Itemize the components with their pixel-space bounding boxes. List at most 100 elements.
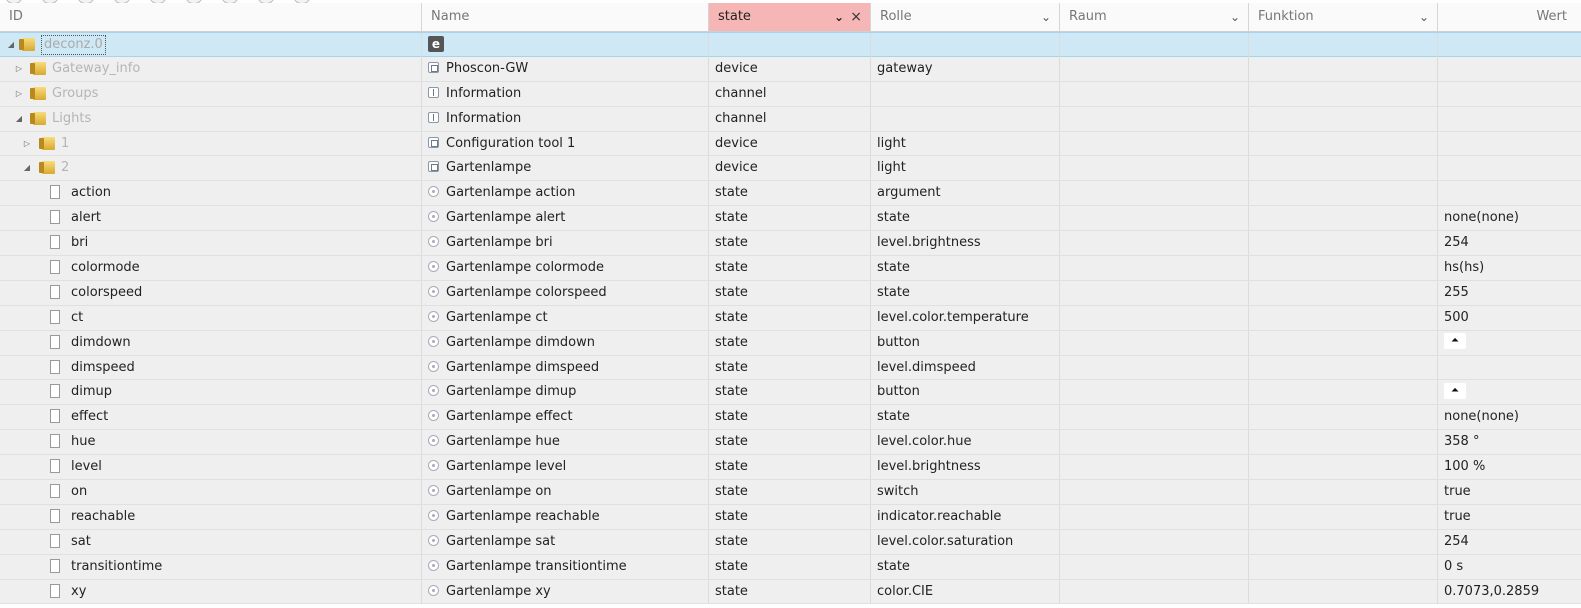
id-cell[interactable]: ▷ 1 xyxy=(0,131,422,156)
chevron-down-icon[interactable]: ⌄ xyxy=(1041,3,1051,31)
function-cell[interactable] xyxy=(1249,156,1438,181)
id-cell[interactable]: ▷ Groups xyxy=(0,81,422,106)
type-filter-select[interactable]: state ⌄ × xyxy=(709,3,871,31)
id-cell[interactable]: xy xyxy=(0,579,422,604)
function-cell[interactable] xyxy=(1249,380,1438,405)
function-cell[interactable] xyxy=(1249,330,1438,355)
room-cell[interactable] xyxy=(1060,156,1249,181)
table-row[interactable]: level Gartenlampe level state level.brightn… xyxy=(0,455,1581,481)
value-cell[interactable] xyxy=(1438,57,1581,81)
table-row[interactable]: xy Gartenlampe xy state color.CIE 0.7073,0.2… xyxy=(0,579,1581,605)
table-row[interactable]: ct Gartenlampe ct state level.color.tempera… xyxy=(0,305,1581,331)
function-cell[interactable] xyxy=(1249,480,1438,505)
table-row[interactable]: dimdown Gartenlampe dimdown state button ⏶ xyxy=(0,330,1581,356)
expand-toggle-icon[interactable]: ▷ xyxy=(14,57,24,81)
value-cell[interactable]: ⏶ xyxy=(1438,380,1581,404)
function-cell[interactable] xyxy=(1249,231,1438,256)
value-cell[interactable]: true xyxy=(1438,505,1581,529)
collapse-toggle-icon[interactable]: ◢ xyxy=(6,33,16,57)
expand-toggle-icon[interactable]: ▷ xyxy=(22,132,32,156)
value-cell[interactable] xyxy=(1438,181,1581,205)
id-cell[interactable]: ◢ deconz.0 xyxy=(0,33,422,57)
table-row[interactable]: ◢ deconz.0 e xyxy=(0,32,1581,57)
table-row[interactable]: ◢ 2 Gartenlampe device light xyxy=(0,156,1581,182)
value-cell[interactable] xyxy=(1438,82,1581,106)
room-cell[interactable] xyxy=(1060,56,1249,81)
value-cell[interactable] xyxy=(1438,356,1581,380)
function-cell[interactable] xyxy=(1249,81,1438,106)
clear-filter-icon[interactable]: × xyxy=(850,3,862,31)
function-cell[interactable] xyxy=(1249,405,1438,430)
room-cell[interactable] xyxy=(1060,106,1249,131)
value-cell[interactable]: 255 xyxy=(1438,281,1581,305)
function-cell[interactable] xyxy=(1249,305,1438,330)
id-cell[interactable]: action xyxy=(0,181,422,206)
trigger-button-icon[interactable]: ⏶ xyxy=(1444,382,1466,399)
id-cell[interactable]: alert xyxy=(0,206,422,231)
function-cell[interactable] xyxy=(1249,181,1438,206)
function-filter-select[interactable]: Funktion ⌄ xyxy=(1249,3,1438,31)
function-cell[interactable] xyxy=(1249,206,1438,231)
room-cell[interactable] xyxy=(1060,256,1249,281)
room-cell[interactable] xyxy=(1060,504,1249,529)
id-cell[interactable]: ◢ 2 xyxy=(0,156,422,181)
room-cell[interactable] xyxy=(1060,579,1249,604)
id-cell[interactable]: bri xyxy=(0,231,422,256)
room-cell[interactable] xyxy=(1060,206,1249,231)
room-cell[interactable] xyxy=(1060,305,1249,330)
value-cell[interactable]: 254 xyxy=(1438,231,1581,255)
table-row[interactable]: reachable Gartenlampe reachable state indic… xyxy=(0,504,1581,530)
room-cell[interactable] xyxy=(1060,33,1249,57)
id-cell[interactable]: ◢ Lights xyxy=(0,106,422,131)
table-row[interactable]: sat Gartenlampe sat state level.color.satur… xyxy=(0,529,1581,555)
value-cell[interactable]: 0 s xyxy=(1438,555,1581,579)
table-row[interactable]: ▷ 1 Configuration tool 1 device light xyxy=(0,131,1581,157)
table-row[interactable]: bri Gartenlampe bri state level.brightness 2… xyxy=(0,231,1581,257)
table-row[interactable]: on Gartenlampe on state switch true xyxy=(0,480,1581,505)
function-cell[interactable] xyxy=(1249,579,1438,604)
table-row[interactable]: colormode Gartenlampe colormode state state… xyxy=(0,256,1581,281)
value-cell[interactable]: 358 ° xyxy=(1438,430,1581,454)
room-cell[interactable] xyxy=(1060,280,1249,305)
table-row[interactable]: dimspeed Gartenlampe dimspeed state level.d… xyxy=(0,355,1581,381)
function-cell[interactable] xyxy=(1249,430,1438,455)
chevron-down-icon[interactable]: ⌄ xyxy=(1230,3,1240,31)
id-cell[interactable]: hue xyxy=(0,430,422,455)
value-cell[interactable]: hs(hs) xyxy=(1438,256,1581,280)
table-row[interactable]: action Gartenlampe action state argument xyxy=(0,181,1581,207)
value-cell[interactable] xyxy=(1438,132,1581,156)
id-cell[interactable]: on xyxy=(0,480,422,505)
room-cell[interactable] xyxy=(1060,131,1249,156)
collapse-toggle-icon[interactable]: ◢ xyxy=(22,156,32,180)
id-cell[interactable]: reachable xyxy=(0,504,422,529)
id-cell[interactable]: effect xyxy=(0,405,422,430)
table-row[interactable]: effect Gartenlampe effect state state none(n… xyxy=(0,405,1581,431)
room-cell[interactable] xyxy=(1060,330,1249,355)
id-cell[interactable]: ct xyxy=(0,305,422,330)
room-cell[interactable] xyxy=(1060,81,1249,106)
function-cell[interactable] xyxy=(1249,280,1438,305)
function-cell[interactable] xyxy=(1249,455,1438,480)
room-cell[interactable] xyxy=(1060,554,1249,579)
value-cell[interactable]: 254 xyxy=(1438,530,1581,554)
id-cell[interactable]: dimspeed xyxy=(0,355,422,380)
room-cell[interactable] xyxy=(1060,480,1249,505)
value-cell[interactable]: 0.7073,0.2859 xyxy=(1438,580,1581,604)
function-cell[interactable] xyxy=(1249,106,1438,131)
id-cell[interactable]: transitiontime xyxy=(0,554,422,579)
table-row[interactable]: hue Gartenlampe hue state level.color.hue 35… xyxy=(0,430,1581,456)
function-cell[interactable] xyxy=(1249,33,1438,57)
id-cell[interactable]: colormode xyxy=(0,256,422,281)
function-cell[interactable] xyxy=(1249,256,1438,281)
column-header-value[interactable]: Wert xyxy=(1438,3,1581,31)
chevron-down-icon[interactable]: ⌄ xyxy=(1419,3,1429,31)
collapse-toggle-icon[interactable]: ◢ xyxy=(14,107,24,131)
id-cell[interactable]: dimup xyxy=(0,380,422,405)
column-header-name[interactable]: Name xyxy=(422,3,709,31)
id-cell[interactable]: colorspeed xyxy=(0,280,422,305)
table-row[interactable]: ▷ Gateway_info Phoscon-GW device gateway xyxy=(0,56,1581,82)
role-filter-select[interactable]: Rolle ⌄ xyxy=(871,3,1060,31)
value-cell[interactable]: none(none) xyxy=(1438,206,1581,230)
room-cell[interactable] xyxy=(1060,529,1249,554)
id-cell[interactable]: dimdown xyxy=(0,330,422,355)
